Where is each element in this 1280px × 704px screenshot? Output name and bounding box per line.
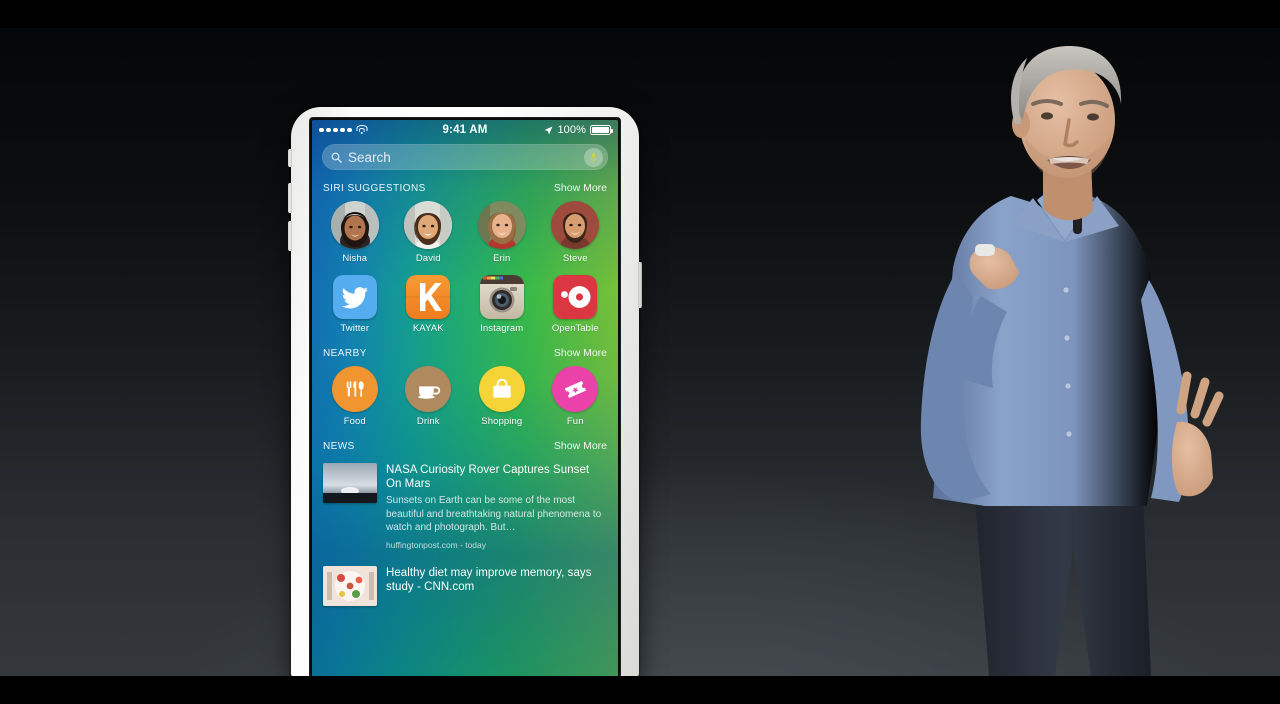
food-plate-thumbnail — [323, 565, 377, 606]
battery-full-icon — [590, 125, 613, 135]
search-bar-container: Search — [312, 140, 618, 177]
contact-david[interactable]: David — [395, 201, 461, 264]
app-name: Twitter — [340, 323, 370, 334]
coffee-cup-icon — [405, 366, 452, 412]
nearby-row: Food Drink Shopping Fun — [312, 363, 618, 435]
nearby-name: Food — [343, 416, 366, 427]
nearby-header: NEARBY Show More — [312, 342, 618, 363]
phone-screen[interactable]: 9:41 AM 100% Search SIRI SUGGESTIONS Sho… — [312, 120, 618, 678]
app-instagram[interactable]: Instagram — [469, 275, 535, 334]
shopping-bag-icon — [478, 366, 525, 412]
nearby-title: NEARBY — [323, 348, 367, 359]
app-name: KAYAK — [412, 323, 444, 334]
news-article-title: NASA Curiosity Rover Captures Sunset On … — [386, 464, 590, 490]
nearby-name: Shopping — [481, 416, 523, 427]
app-kayak[interactable]: KAYAK — [395, 275, 461, 334]
app-twitter[interactable]: Twitter — [322, 275, 388, 334]
siri-apps-row: Twitter KAYAK Instagram OpenTable — [312, 272, 618, 342]
avatar — [551, 201, 600, 249]
microphone-icon[interactable] — [584, 147, 603, 167]
news-article-description: Sunsets on Earth can be some of the most… — [386, 495, 602, 533]
nearby-name: Drink — [416, 416, 440, 427]
iphone-device: 9:41 AM 100% Search SIRI SUGGESTIONS Sho… — [288, 107, 642, 679]
instagram-icon — [479, 275, 524, 319]
nearby-food[interactable]: Food — [322, 366, 388, 427]
siri-contacts-row: Nisha David Erin Steve — [312, 198, 618, 272]
news-article-1[interactable]: NASA Curiosity Rover Captures Sunset On … — [312, 456, 618, 559]
avatar — [477, 201, 526, 249]
nearby-shopping[interactable]: Shopping — [469, 366, 535, 427]
news-article-2[interactable]: Healthy diet may improve memory, says st… — [312, 559, 618, 615]
status-bar-time: 9:41 AM — [442, 124, 488, 136]
news-article-title: Healthy diet may improve memory, says st… — [386, 566, 592, 593]
contact-name: Steve — [562, 253, 588, 264]
search-icon — [331, 152, 342, 163]
ticket-icon — [552, 366, 599, 412]
silent-switch-button[interactable] — [288, 149, 292, 167]
kayak-icon — [406, 275, 451, 319]
contact-name: Nisha — [342, 253, 368, 264]
utensils-icon — [331, 366, 378, 412]
opentable-icon — [553, 275, 598, 319]
news-article-source: huffingtonpost.com - today — [386, 539, 487, 550]
app-name: Instagram — [480, 323, 524, 334]
siri-suggestions-header: SIRI SUGGESTIONS Show More — [312, 177, 618, 198]
nearby-name: Fun — [566, 416, 584, 427]
mars-sunset-thumbnail — [323, 463, 377, 503]
news-title: NEWS — [323, 441, 355, 452]
contact-erin[interactable]: Erin — [469, 201, 535, 264]
avatar — [330, 201, 379, 249]
nearby-fun[interactable]: Fun — [542, 366, 608, 427]
news-header: NEWS Show More — [312, 435, 618, 456]
keynote-stage: 9:41 AM 100% Search SIRI SUGGESTIONS Sho… — [0, 0, 1280, 704]
search-input[interactable]: Search — [322, 144, 608, 170]
contact-name: David — [415, 253, 441, 264]
contact-nisha[interactable]: Nisha — [322, 201, 388, 264]
presenter-figure — [915, 28, 1280, 676]
nearby-drink[interactable]: Drink — [395, 366, 461, 427]
letterbox-bottom — [0, 676, 1280, 704]
twitter-icon — [332, 275, 377, 319]
nearby-show-more-button[interactable]: Show More — [554, 347, 607, 359]
news-show-more-button[interactable]: Show More — [554, 440, 607, 452]
volume-up-button[interactable] — [288, 183, 292, 213]
app-opentable[interactable]: OpenTable — [542, 275, 608, 334]
power-button[interactable] — [638, 262, 642, 308]
search-placeholder-text: Search — [348, 149, 391, 165]
siri-show-more-button[interactable]: Show More — [554, 182, 607, 194]
letterbox-top — [0, 0, 1280, 28]
volume-down-button[interactable] — [288, 221, 292, 251]
app-name: OpenTable — [551, 323, 599, 334]
avatar — [404, 201, 453, 249]
contact-steve[interactable]: Steve — [542, 201, 608, 264]
contact-name: Erin — [493, 253, 511, 264]
status-bar: 9:41 AM 100% — [312, 120, 618, 140]
siri-suggestions-title: SIRI SUGGESTIONS — [323, 183, 426, 194]
